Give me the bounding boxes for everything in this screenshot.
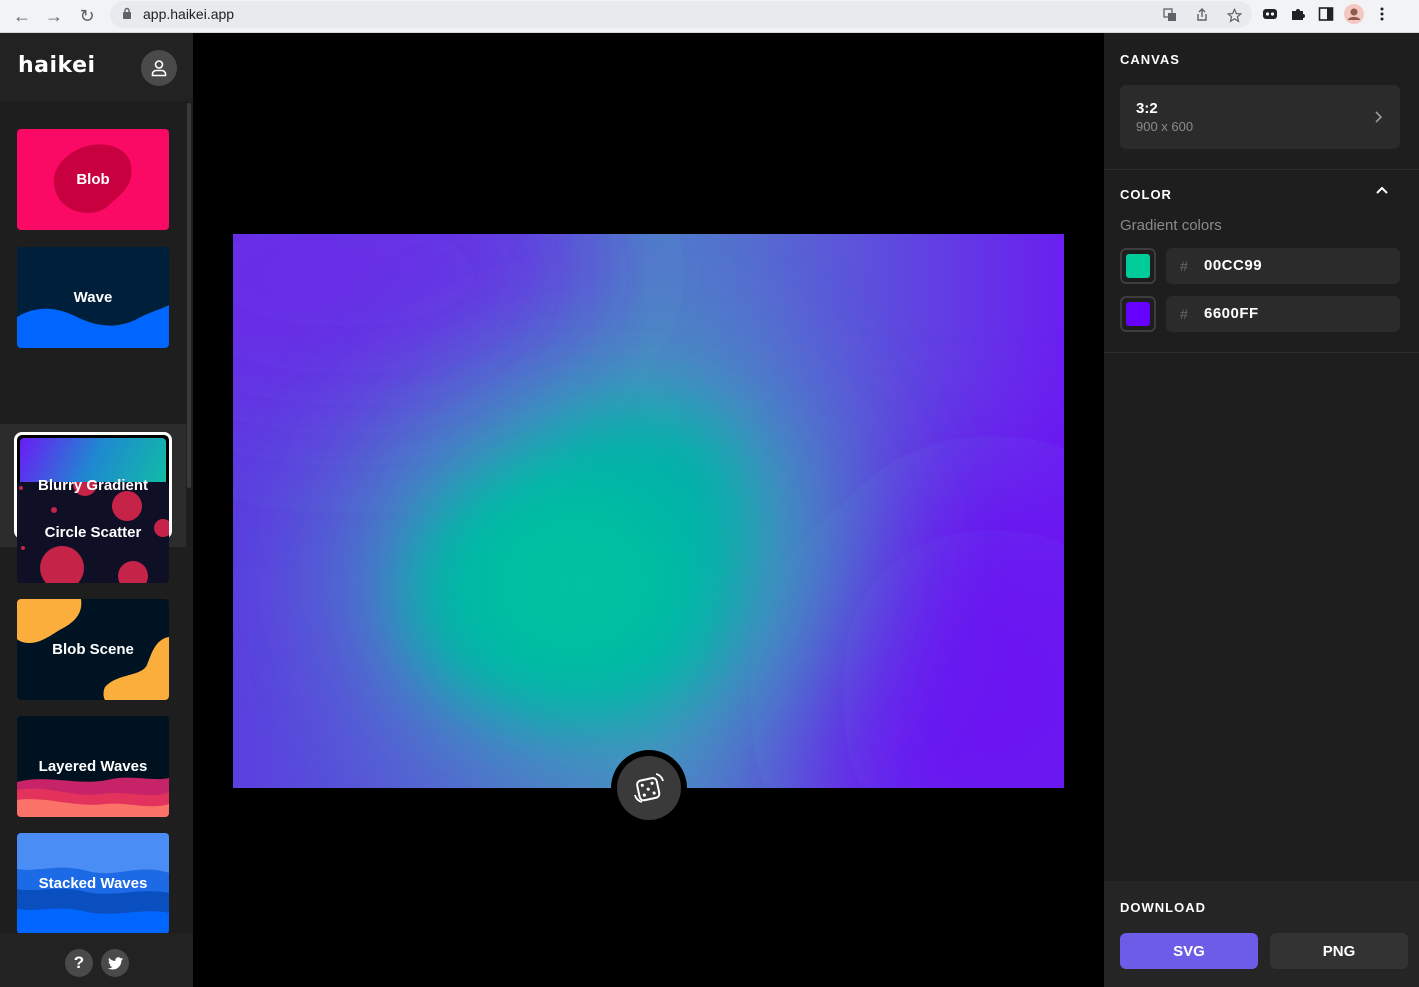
chevron-right-icon — [1375, 111, 1382, 123]
settings-panel: CANVAS 3:2 900 x 600 COLOR Gradient colo… — [1104, 33, 1419, 987]
hash-symbol: # — [1180, 306, 1188, 322]
twitter-icon — [107, 956, 123, 969]
tile-blob-scene[interactable]: Blob Scene — [17, 599, 169, 700]
sidebar-scrollbar[interactable] — [187, 103, 191, 488]
share-icon[interactable] — [1192, 5, 1212, 25]
tile-circle-scatter[interactable]: Circle Scatter — [17, 482, 169, 583]
hex-value: 00CC99 — [1204, 257, 1263, 274]
canvas-section-title: CANVAS — [1120, 52, 1180, 67]
tile-stacked-waves[interactable]: Stacked Waves — [17, 833, 169, 933]
kebab-menu-icon[interactable] — [1372, 4, 1392, 24]
account-button[interactable] — [141, 50, 177, 86]
color-swatch-1[interactable] — [1120, 248, 1156, 284]
download-section: DOWNLOAD SVG PNG — [1104, 881, 1419, 987]
sidebar-footer: ? — [0, 933, 193, 987]
download-section-title: DOWNLOAD — [1120, 900, 1206, 915]
lock-icon — [123, 7, 131, 19]
generator-sidebar: haikei Blob Wave Blurry Gradient Circle … — [0, 33, 193, 987]
canvas-stage — [193, 33, 1104, 987]
tile-layered-waves[interactable]: Layered Waves — [17, 716, 169, 817]
hex-input-2[interactable]: # 6600FF — [1166, 296, 1400, 332]
swatch-fill — [1126, 302, 1150, 326]
gradient-colors-label: Gradient colors — [1120, 217, 1222, 234]
section-divider — [1104, 169, 1419, 170]
tile-label: Blurry Gradient — [37, 477, 149, 494]
chevron-up-icon[interactable] — [1375, 185, 1389, 195]
tile-wave[interactable]: Wave — [17, 247, 169, 348]
bookmark-star-icon[interactable] — [1224, 5, 1244, 25]
side-panel-icon[interactable] — [1316, 4, 1336, 24]
tile-label: Blob — [76, 171, 110, 188]
url-text: app.haikei.app — [143, 6, 235, 22]
reload-icon[interactable]: ↻ — [75, 4, 99, 28]
color-swatch-2[interactable] — [1120, 296, 1156, 332]
generator-list: Blob Wave Blurry Gradient Circle Scatter… — [0, 101, 193, 933]
tile-label: Layered Waves — [38, 758, 148, 775]
profile-avatar-icon[interactable] — [1344, 4, 1364, 24]
dice-icon — [634, 773, 664, 803]
puzzle-icon[interactable] — [1288, 4, 1308, 24]
hex-value: 6600FF — [1204, 305, 1259, 322]
help-icon: ? — [73, 953, 85, 972]
swatch-fill — [1126, 254, 1150, 278]
canvas-ratio: 3:2 — [1136, 100, 1158, 117]
haikei-logo[interactable]: haikei — [18, 53, 96, 78]
color-section-title: COLOR — [1120, 187, 1172, 202]
randomize-button[interactable] — [611, 750, 687, 826]
section-divider — [1104, 352, 1419, 353]
download-png-button[interactable]: PNG — [1270, 933, 1408, 969]
hash-symbol: # — [1180, 258, 1188, 274]
hex-input-1[interactable]: # 00CC99 — [1166, 248, 1400, 284]
gradient-blur-layer — [233, 234, 1064, 788]
extension-icon[interactable] — [1260, 4, 1280, 24]
browser-toolbar: ← → ↻ app.haikei.app — [0, 0, 1419, 33]
tile-label: Stacked Waves — [38, 875, 148, 892]
blurry-gradient-canvas — [233, 234, 1064, 788]
forward-icon[interactable]: → — [42, 4, 66, 28]
back-icon[interactable]: ← — [10, 4, 34, 28]
tile-label: Circle Scatter — [44, 524, 142, 541]
download-svg-button[interactable]: SVG — [1120, 933, 1258, 969]
translate-icon[interactable] — [1160, 5, 1180, 25]
help-button[interactable]: ? — [65, 949, 93, 977]
tile-label: Wave — [73, 289, 113, 306]
tile-blob[interactable]: Blob — [17, 129, 169, 230]
user-icon — [151, 60, 167, 77]
twitter-button[interactable] — [101, 949, 129, 977]
canvas-dimensions: 900 x 600 — [1136, 119, 1194, 134]
address-bar[interactable]: app.haikei.app — [110, 1, 1252, 28]
canvas-size-selector[interactable]: 3:2 900 x 600 — [1120, 85, 1400, 149]
sidebar-header: haikei — [0, 33, 193, 101]
tile-label: Blob Scene — [52, 641, 134, 658]
